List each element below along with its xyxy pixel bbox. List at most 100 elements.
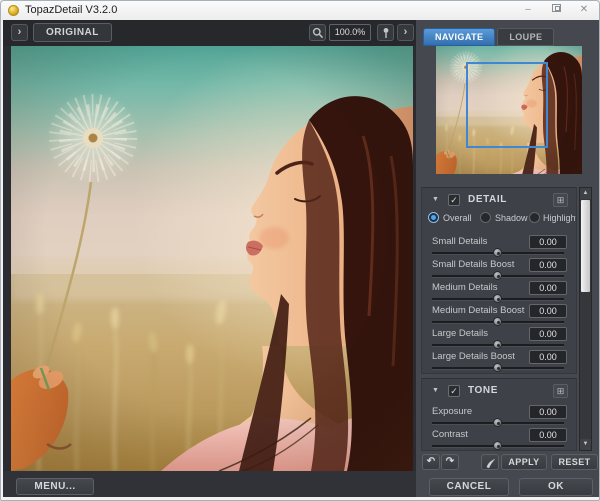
slider-label: Small Details Boost (432, 259, 514, 270)
reset-label: RESET (558, 457, 590, 467)
slider-track[interactable] (432, 344, 564, 346)
slider-handle[interactable] (493, 271, 502, 280)
collapse-triangle-icon[interactable]: ▼ (432, 196, 439, 203)
original-label: ORIGINAL (46, 27, 99, 38)
top-toolbar: › ORIGINAL 100.0% › (3, 20, 417, 46)
snapshot-button[interactable] (481, 454, 499, 470)
slider-row-contrast: Contrast 0.00 (422, 428, 576, 451)
panel-menu-icon[interactable]: ⊞ (553, 193, 568, 207)
radio-shadow[interactable] (480, 212, 491, 223)
slider-row-medium-details: Medium Details 0.00 (422, 281, 576, 304)
slider-handle[interactable] (493, 294, 502, 303)
photo-preview (11, 46, 413, 471)
slider-value-box[interactable]: 0.00 (529, 350, 567, 364)
slider-value-box[interactable]: 0.00 (529, 258, 567, 272)
radio-overall[interactable] (428, 212, 439, 223)
tone-section: ▼ ✓ TONE ⊞ Exposure 0.00 Contrast 0.00 (421, 378, 577, 451)
radio-highlight-label: Highlight (543, 213, 577, 223)
slider-label: Large Details Boost (432, 351, 515, 362)
close-icon[interactable]: ✕ (577, 4, 591, 16)
scroll-down-icon[interactable]: ▼ (580, 439, 591, 450)
menu-button[interactable]: MENU... (16, 478, 94, 495)
detail-enabled-checkbox[interactable]: ✓ (448, 194, 460, 206)
slider-handle[interactable] (493, 317, 502, 326)
image-canvas[interactable] (11, 46, 413, 471)
app-icon (8, 5, 19, 16)
menu-label: MENU... (34, 481, 75, 492)
panel-scrollbar[interactable]: ▲ ▼ (579, 187, 592, 451)
tone-enabled-checkbox[interactable]: ✓ (448, 385, 460, 397)
slider-label: Medium Details (432, 282, 497, 293)
slider-row-small-details: Small Details 0.00 (422, 235, 576, 258)
slider-track[interactable] (432, 367, 564, 369)
pin-icon (381, 27, 391, 39)
apply-label: APPLY (508, 457, 539, 467)
zoom-level-input[interactable]: 100.0% (329, 24, 371, 41)
maximize-icon[interactable] (549, 4, 563, 16)
slider-row-small-details-boost: Small Details Boost 0.00 (422, 258, 576, 281)
slider-row-large-details: Large Details 0.00 (422, 327, 576, 350)
slider-track[interactable] (432, 275, 564, 277)
next-view-button[interactable]: › (397, 24, 414, 41)
slider-handle[interactable] (493, 248, 502, 257)
main-content: › ORIGINAL 100.0% › (3, 20, 599, 497)
zoom-tool-button[interactable] (309, 24, 326, 41)
reset-button[interactable]: RESET (551, 454, 598, 470)
minimize-icon[interactable]: – (521, 4, 535, 16)
detail-section: ▼ ✓ DETAIL ⊞ Overall Shadow Highlight Sm… (421, 187, 577, 374)
scrollbar-thumb[interactable] (581, 200, 590, 292)
slider-value-box[interactable]: 0.00 (529, 327, 567, 341)
slider-track[interactable] (432, 422, 564, 424)
slider-value-box[interactable]: 0.00 (529, 235, 567, 249)
undo-button[interactable]: ↶ (422, 454, 440, 470)
slider-handle[interactable] (493, 340, 502, 349)
slider-handle[interactable] (493, 441, 502, 450)
slider-track[interactable] (432, 445, 564, 447)
navigator-viewport-rect[interactable] (466, 62, 548, 148)
slider-value-box[interactable]: 0.00 (529, 281, 567, 295)
radio-highlight[interactable] (529, 212, 540, 223)
chevron-right-icon: › (404, 26, 408, 38)
collapse-left-panel-button[interactable]: › (11, 24, 28, 41)
slider-value-box[interactable]: 0.00 (529, 428, 567, 442)
pin-view-button[interactable] (377, 24, 394, 41)
right-panel: NAVIGATE LOUPE ▼ ✓ DETAIL ⊞ O (416, 20, 599, 497)
slider-value-box[interactable]: 0.00 (529, 405, 567, 419)
slider-handle[interactable] (493, 363, 502, 372)
tab-navigate[interactable]: NAVIGATE (423, 28, 495, 46)
cancel-label: CANCEL (447, 481, 492, 492)
apply-button[interactable]: APPLY (501, 454, 547, 470)
radio-overall-label: Overall (443, 213, 472, 223)
slider-label: Small Details (432, 236, 487, 247)
slider-row-exposure: Exposure 0.00 (422, 405, 576, 428)
undo-icon: ↶ (427, 456, 435, 467)
original-toggle-button[interactable]: ORIGINAL (33, 23, 112, 42)
cancel-button[interactable]: CANCEL (429, 478, 509, 496)
scroll-up-icon[interactable]: ▲ (580, 188, 591, 199)
chevron-right-icon: › (18, 26, 22, 38)
tone-section-header: ▼ ✓ TONE ⊞ (422, 384, 576, 400)
slider-value-box[interactable]: 0.00 (529, 304, 567, 318)
slider-label: Large Details (432, 328, 488, 339)
collapse-triangle-icon[interactable]: ▼ (432, 387, 439, 394)
slider-track[interactable] (432, 298, 564, 300)
tone-section-title: TONE (468, 385, 498, 396)
detail-section-header: ▼ ✓ DETAIL ⊞ (422, 193, 576, 209)
ok-label: OK (548, 481, 564, 492)
tab-loupe[interactable]: LOUPE (497, 28, 554, 46)
preview-tabs: NAVIGATE LOUPE (423, 28, 554, 46)
ok-button[interactable]: OK (519, 478, 593, 496)
panel-menu-icon[interactable]: ⊞ (553, 384, 568, 398)
snapshot-icon (484, 457, 496, 469)
title-bar[interactable]: TopazDetail V3.2.0 – ✕ (1, 1, 599, 20)
app-window: TopazDetail V3.2.0 – ✕ › ORIGINAL 100.0% (0, 0, 600, 501)
detail-section-title: DETAIL (468, 194, 507, 205)
slider-label: Exposure (432, 406, 472, 417)
redo-button[interactable]: ↷ (441, 454, 459, 470)
detail-mode-radios: Overall Shadow Highlight (422, 212, 576, 226)
navigator-thumbnail[interactable] (436, 46, 582, 174)
slider-track[interactable] (432, 252, 564, 254)
slider-handle[interactable] (493, 418, 502, 427)
redo-icon: ↷ (446, 456, 454, 467)
slider-track[interactable] (432, 321, 564, 323)
